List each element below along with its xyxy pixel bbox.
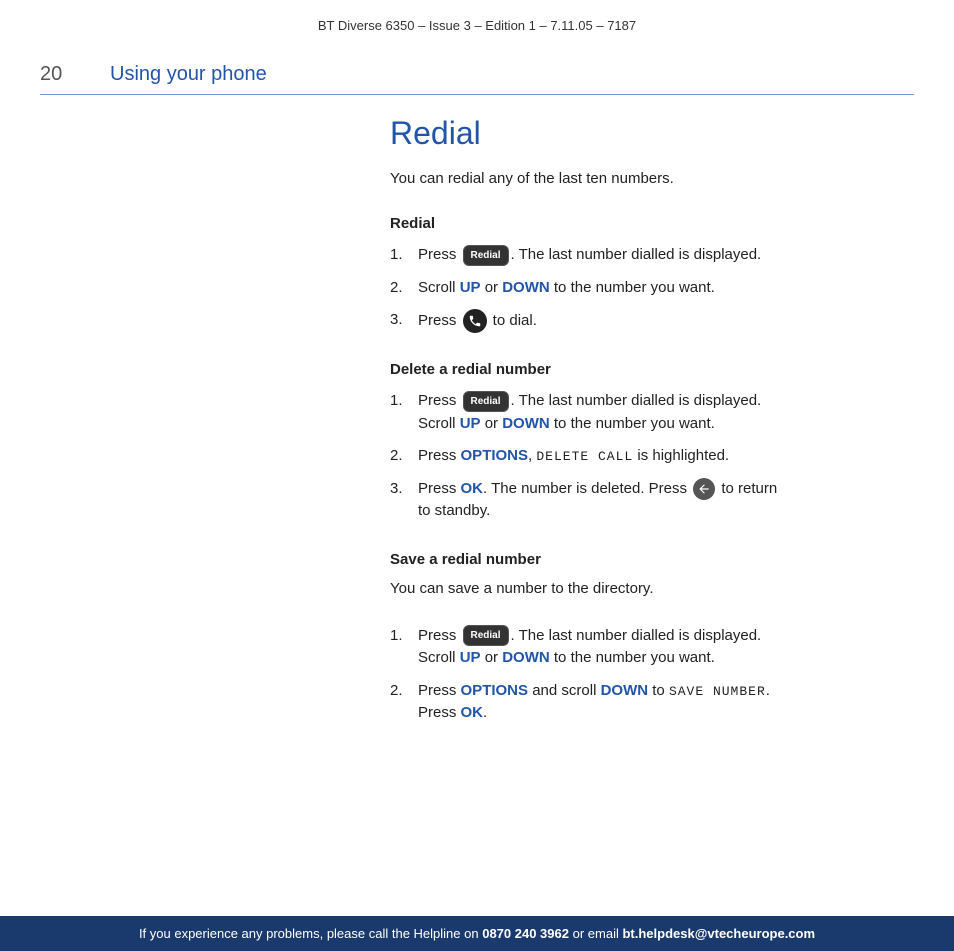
redial-button-icon: Redial [463, 625, 509, 646]
ok-label: OK [461, 480, 484, 497]
intro-text: You can redial any of the last ten numbe… [390, 170, 914, 187]
step-num: 1. [390, 625, 418, 648]
step-content: Press Redial. The last number dialled is… [418, 390, 914, 435]
page-title: Redial [390, 115, 914, 152]
header-title: BT Diverse 6350 – Issue 3 – Edition 1 – … [318, 18, 636, 33]
call-icon [463, 309, 487, 333]
section-title: Using your phone [110, 63, 267, 86]
step-content: Press OPTIONS, DELETE CALL is highlighte… [418, 445, 914, 468]
step-num: 2. [390, 680, 418, 703]
up-label: UP [460, 279, 481, 296]
section-number: 20 [40, 63, 110, 86]
options-label: OPTIONS [461, 682, 529, 699]
page-footer: If you experience any problems, please c… [0, 916, 954, 951]
content-area: Redial You can redial any of the last te… [0, 95, 954, 773]
delete-step-3: 3. Press OK. The number is deleted. Pres… [390, 478, 914, 523]
down-label: DOWN [502, 649, 550, 666]
step-num: 1. [390, 244, 418, 267]
left-column [40, 95, 370, 773]
down-label: DOWN [502, 415, 550, 432]
save-step-1: 1. Press Redial. The last number dialled… [390, 625, 914, 670]
footer-phone: 0870 240 3962 [482, 926, 569, 941]
step-content: Press to dial. [418, 309, 914, 333]
right-column: Redial You can redial any of the last te… [370, 95, 914, 773]
step-content: Press Redial. The last number dialled is… [418, 625, 914, 670]
footer-email: bt.helpdesk@vtecheurope.com [622, 926, 815, 941]
step-num: 3. [390, 309, 418, 332]
delete-step-1: 1. Press Redial. The last number dialled… [390, 390, 914, 435]
footer-text-before: If you experience any problems, please c… [139, 926, 479, 941]
options-label: OPTIONS [461, 447, 529, 464]
step-content: Press OPTIONS and scroll DOWN to SAVE NU… [418, 680, 914, 725]
delete-call-text: DELETE CALL [536, 449, 633, 464]
subsection-title-delete: Delete a redial number [390, 361, 914, 378]
save-number-text: SAVE NUMBER [669, 684, 766, 699]
save-steps: 1. Press Redial. The last number dialled… [390, 625, 914, 725]
section-header: 20 Using your phone [0, 45, 954, 86]
redial-step-3: 3. Press to dial. [390, 309, 914, 333]
ok-label: OK [461, 704, 484, 721]
up-label: UP [460, 415, 481, 432]
redial-button-icon: Redial [463, 391, 509, 412]
up-label: UP [460, 649, 481, 666]
step-content: Scroll UP or DOWN to the number you want… [418, 277, 914, 300]
save-step-2: 2. Press OPTIONS and scroll DOWN to SAVE… [390, 680, 914, 725]
return-icon [693, 478, 715, 500]
redial-step-2: 2. Scroll UP or DOWN to the number you w… [390, 277, 914, 300]
down-label: DOWN [502, 279, 550, 296]
subsection-title-save: Save a redial number [390, 551, 914, 568]
footer-text-mid: or email [573, 926, 619, 941]
step-num: 3. [390, 478, 418, 501]
subsection-title-redial: Redial [390, 215, 914, 232]
redial-button-icon: Redial [463, 245, 509, 266]
delete-steps: 1. Press Redial. The last number dialled… [390, 390, 914, 523]
step-num: 2. [390, 277, 418, 300]
step-content: Press Redial. The last number dialled is… [418, 244, 914, 267]
down-label: DOWN [601, 682, 649, 699]
redial-step-1: 1. Press Redial. The last number dialled… [390, 244, 914, 267]
page-header: BT Diverse 6350 – Issue 3 – Edition 1 – … [0, 0, 954, 45]
delete-step-2: 2. Press OPTIONS, DELETE CALL is highlig… [390, 445, 914, 468]
save-intro-text: You can save a number to the directory. [390, 580, 914, 597]
step-num: 2. [390, 445, 418, 468]
step-num: 1. [390, 390, 418, 413]
step-content: Press OK. The number is deleted. Press t… [418, 478, 914, 523]
redial-steps: 1. Press Redial. The last number dialled… [390, 244, 914, 333]
